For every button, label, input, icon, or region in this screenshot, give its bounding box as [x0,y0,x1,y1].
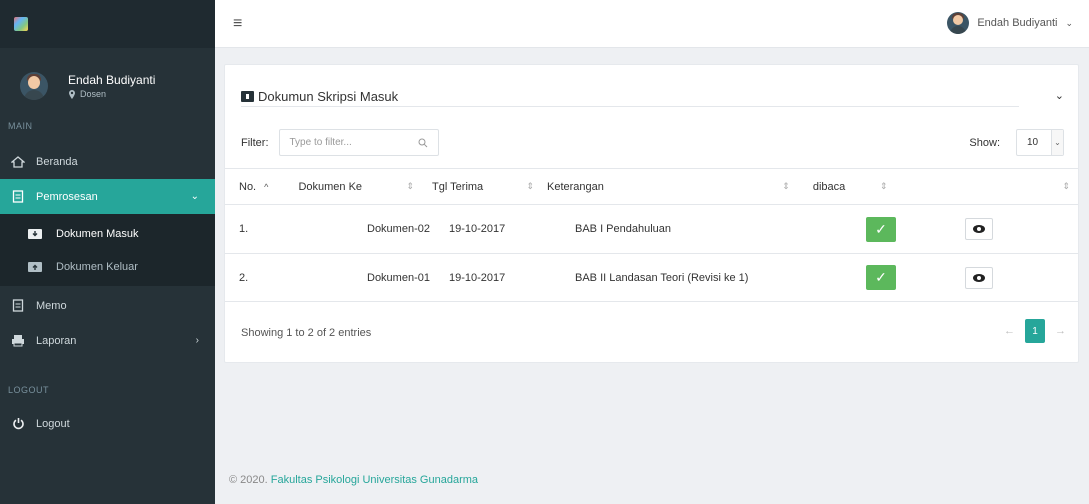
sidebar-section-main: MAIN [8,121,33,131]
collapse-chevron-icon[interactable]: ⌄ [1055,89,1064,102]
app-logo-icon[interactable] [14,17,28,31]
sidebar-brand [0,0,215,48]
folder-download-icon [241,91,254,102]
sidebar-submenu: Dokumen Masuk Dokumen Keluar [0,214,215,286]
sidebar-item-beranda[interactable]: Beranda [0,144,215,179]
table-info: Showing 1 to 2 of 2 entries [241,327,372,339]
column-header-tgl[interactable]: Tgl Terima ⇕ [422,169,542,204]
folder-download-icon [28,228,42,239]
sidebar-item-pemrosesan[interactable]: Pemrosesan ⌄ [0,179,215,214]
sidebar-user-name: Endah Budiyanti [68,73,156,87]
documents-panel: Dokumun Skripsi Masuk ⌄ Filter: Type to … [224,64,1079,363]
sidebar-user-role: Dosen [68,89,155,99]
cell-dokumen: Dokumen-02 [367,223,430,235]
location-pin-icon [69,89,75,99]
home-icon [10,155,26,168]
page-length-control: Show: 10 ⌄ [969,129,1064,156]
org-link[interactable]: Fakultas Psikologi Universitas Gunadarma [271,474,478,486]
power-icon [10,417,26,430]
table-header-row: No. ^ Dokumen Ke ⇕ Tgl Terima ⇕ Keterang… [225,168,1078,204]
table-row: 1. Dokumen-02 19-10-2017 BAB I Pendahulu… [225,204,1078,253]
show-label: Show: [969,136,1000,149]
sidebar-item-logout[interactable]: Logout [0,406,215,441]
pagination: ← 1 → [1004,319,1066,343]
sidebar: Endah Budiyanti Dosen MAIN Beranda Pemro… [0,0,215,504]
prev-page-icon[interactable]: ← [1004,325,1015,337]
cell-keterangan: BAB II Landasan Teori (Revisi ke 1) [575,271,749,284]
column-header-dokumen[interactable]: Dokumen Ke ⇕ [284,169,422,204]
chevron-right-icon: › [195,335,199,346]
read-check-button[interactable]: ✓ [866,265,896,290]
topbar: ≡ Endah Budiyanti ⌄ [215,0,1089,48]
printer-icon [10,334,26,347]
panel-title: Dokumun Skripsi Masuk [241,87,1019,107]
sidebar-item-memo[interactable]: Memo [0,288,215,323]
sort-icon: ⇕ [879,181,888,191]
filter-input[interactable]: Type to filter... [278,129,439,156]
user-menu[interactable]: Endah Budiyanti ⌄ [947,12,1073,34]
avatar [947,12,970,34]
cell-tgl: 19-10-2017 [449,223,506,235]
avatar [20,72,48,100]
column-header-dibaca[interactable]: dibaca ⇕ [798,169,896,204]
filter-row: Filter: Type to filter... [241,129,439,156]
user-menu-name: Endah Budiyanti [977,17,1058,29]
cell-dokumen: Dokumen-01 [367,271,430,284]
cell-tgl: 19-10-2017 [449,271,506,284]
page-length-select[interactable]: 10 ⌄ [1016,129,1064,156]
sidebar-item-laporan[interactable]: Laporan › [0,323,215,358]
cell-keterangan: BAB I Pendahuluan [575,223,672,235]
sort-icon: ⇕ [1062,181,1071,191]
page-number-button[interactable]: 1 [1025,319,1045,343]
sort-icon: ⇕ [526,181,534,191]
hamburger-menu-icon[interactable]: ≡ [233,15,242,33]
table-row: 2. Dokumen-01 19-10-2017 BAB II Landasan… [225,253,1078,302]
view-button[interactable] [965,266,993,289]
cell-dibaca: ✓ [851,254,957,301]
sort-icon: ⇕ [406,181,415,191]
sort-icon: ⇕ [782,181,790,191]
cell-no: 2. [239,271,249,284]
sidebar-section-logout: LOGOUT [8,385,50,395]
column-header-actions[interactable]: ⇕ [896,169,1078,204]
cell-actions [957,205,1078,253]
sidebar-item-dokumen-masuk[interactable]: Dokumen Masuk [0,217,215,250]
select-arrow-icon: ⌄ [1051,130,1063,155]
documents-table: No. ^ Dokumen Ke ⇕ Tgl Terima ⇕ Keterang… [225,168,1078,302]
cell-no: 1. [239,223,249,235]
chevron-down-icon: ⌄ [1065,17,1073,28]
column-header-keterangan[interactable]: Keterangan ⇕ [542,169,798,204]
next-page-icon[interactable]: → [1055,325,1066,337]
sort-asc-icon: ^ [264,181,269,192]
sidebar-item-dokumen-keluar[interactable]: Dokumen Keluar [0,250,215,283]
filter-label: Filter: [241,136,269,149]
search-icon [418,138,427,147]
folder-upload-icon [28,261,42,272]
read-check-button[interactable]: ✓ [866,216,896,242]
view-button[interactable] [965,218,993,240]
eye-icon [973,273,985,282]
cell-actions [957,254,1078,301]
cell-dibaca: ✓ [851,205,957,253]
chevron-down-icon: ⌄ [190,191,199,202]
column-header-no[interactable]: No. ^ [225,169,284,204]
document-icon [10,190,26,203]
copyright: © 2020. Fakultas Psikologi Universitas G… [229,474,479,486]
memo-icon [10,299,26,312]
eye-icon [973,225,985,233]
sidebar-user: Endah Budiyanti Dosen [0,48,215,110]
